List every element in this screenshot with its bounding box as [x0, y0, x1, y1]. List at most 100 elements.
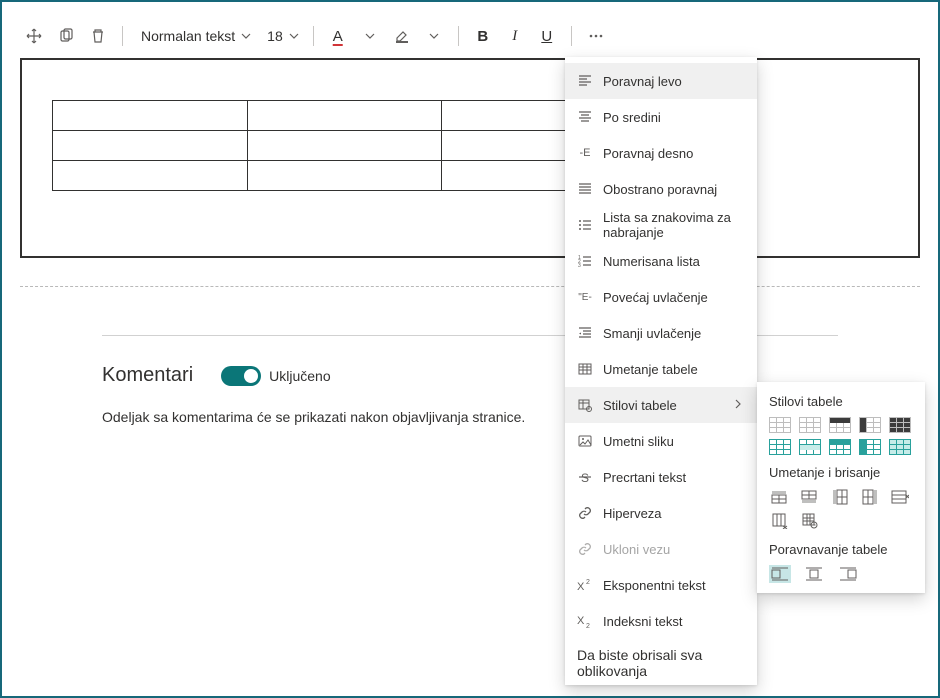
svg-text:X: X [577, 615, 585, 627]
font-size-value: 18 [267, 28, 283, 44]
separator [458, 26, 459, 46]
insert-delete-grid [769, 488, 913, 530]
svg-text:2: 2 [586, 579, 590, 586]
toggle-track [221, 366, 261, 386]
font-color-button[interactable]: A [324, 22, 352, 50]
bold-button[interactable]: B [469, 22, 497, 50]
menu-insert-image[interactable]: Umetni sliku [565, 423, 757, 459]
table-align-left-button[interactable] [769, 565, 791, 583]
separator [122, 26, 123, 46]
strikethrough-icon: S [577, 469, 593, 485]
table-style-column-dark[interactable] [859, 417, 881, 433]
italic-button[interactable]: I [501, 22, 529, 50]
highlight-color-button[interactable] [388, 22, 416, 50]
table-styles-grid [769, 417, 913, 455]
menu-table-styles[interactable]: Stilovi tabele [565, 387, 757, 423]
table-style-teal-column[interactable] [859, 439, 881, 455]
table-row[interactable] [53, 131, 637, 161]
underline-button[interactable]: U [533, 22, 561, 50]
chevron-right-icon [733, 399, 745, 411]
table-style-teal-full[interactable] [889, 439, 911, 455]
chevron-down-icon [241, 31, 251, 41]
table-style-teal-banded[interactable] [799, 439, 821, 455]
chevron-down-icon[interactable] [356, 22, 384, 50]
duplicate-icon[interactable] [52, 22, 80, 50]
table-align-right-button[interactable] [837, 565, 859, 583]
submenu-styles-title: Stilovi tabele [769, 394, 913, 409]
menu-insert-table[interactable]: Umetanje tabele [565, 351, 757, 387]
justify-icon [577, 181, 593, 197]
menu-clear-formatting[interactable]: Da biste obrisali sva oblikovanja [565, 639, 757, 679]
table-style-teal-header[interactable] [829, 439, 851, 455]
trash-icon[interactable] [84, 22, 112, 50]
superscript-icon: X2 [577, 577, 593, 593]
table-styles-submenu: Stilovi tabele Umetanje i brisanje [757, 382, 925, 593]
editor-toolbar: Normalan tekst 18 A B I U [20, 20, 920, 58]
editor-canvas[interactable] [20, 58, 920, 258]
menu-subscript[interactable]: X2 Indeksni tekst [565, 603, 757, 639]
menu-hyperlink[interactable]: Hiperveza [565, 495, 757, 531]
delete-table-button[interactable] [799, 512, 821, 530]
table-styles-icon [577, 397, 593, 413]
insert-col-left-button[interactable] [829, 488, 851, 506]
menu-align-left[interactable]: Poravnaj levo [565, 63, 757, 99]
bullet-list-icon [577, 217, 593, 233]
svg-text:X: X [577, 581, 585, 592]
text-style-value: Normalan tekst [141, 28, 235, 44]
insert-row-below-button[interactable] [799, 488, 821, 506]
table-align-center-button[interactable] [803, 565, 825, 583]
menu-justify[interactable]: Obostrano poravnaj [565, 171, 757, 207]
delete-row-button[interactable] [889, 488, 911, 506]
section-divider [20, 286, 920, 287]
font-size-dropdown[interactable]: 18 [259, 22, 303, 50]
indent-decrease-icon [577, 325, 593, 341]
svg-text:3: 3 [578, 263, 581, 268]
menu-remove-link[interactable]: Ukloni vezu [565, 531, 757, 567]
editor-table[interactable] [52, 100, 637, 191]
table-style-subtle[interactable] [799, 417, 821, 433]
chevron-down-icon [289, 31, 299, 41]
move-icon[interactable] [20, 22, 48, 50]
comments-title: Komentari [102, 364, 193, 387]
menu-align-center[interactable]: Po sredini [565, 99, 757, 135]
svg-text:2: 2 [586, 623, 590, 628]
menu-bullet-list[interactable]: Lista sa znakovima za nabrajanje [565, 207, 757, 243]
delete-col-button[interactable] [769, 512, 791, 530]
table-align-grid [769, 565, 913, 583]
separator [313, 26, 314, 46]
chevron-down-icon[interactable] [420, 22, 448, 50]
table-style-plain[interactable] [769, 417, 791, 433]
menu-strikethrough[interactable]: S Precrtani tekst [565, 459, 757, 495]
menu-align-right[interactable]: -E Poravnaj desno [565, 135, 757, 171]
table-icon [577, 361, 593, 377]
numbered-list-icon: 123 [577, 253, 593, 269]
text-webpart: Normalan tekst 18 A B I U [20, 20, 920, 258]
table-row[interactable] [53, 101, 637, 131]
text-style-dropdown[interactable]: Normalan tekst [133, 22, 255, 50]
comments-toggle[interactable]: Uključeno [221, 366, 330, 386]
table-style-teal-plain[interactable] [769, 439, 791, 455]
submenu-align-title: Poravnavanje tabele [769, 542, 913, 557]
more-dropdown-menu: Poravnaj levo Po sredini -E Poravnaj des… [565, 57, 757, 685]
more-button[interactable] [582, 22, 610, 50]
separator [571, 26, 572, 46]
table-style-dark[interactable] [889, 417, 911, 433]
table-row[interactable] [53, 161, 637, 191]
toggle-label: Uključeno [269, 368, 330, 384]
link-icon [577, 505, 593, 521]
unlink-icon [577, 541, 593, 557]
align-left-icon [577, 73, 593, 89]
align-right-icon: -E [577, 145, 593, 161]
menu-indent-increase[interactable]: "E- Povećaj uvlačenje [565, 279, 757, 315]
image-icon [577, 433, 593, 449]
align-center-icon [577, 109, 593, 125]
indent-increase-icon: "E- [577, 289, 593, 305]
insert-row-above-button[interactable] [769, 488, 791, 506]
submenu-insert-title: Umetanje i brisanje [769, 465, 913, 480]
menu-indent-decrease[interactable]: Smanji uvlačenje [565, 315, 757, 351]
subscript-icon: X2 [577, 613, 593, 629]
table-style-header-dark[interactable] [829, 417, 851, 433]
menu-numbered-list[interactable]: 123 Numerisana lista [565, 243, 757, 279]
insert-col-right-button[interactable] [859, 488, 881, 506]
menu-superscript[interactable]: X2 Eksponentni tekst [565, 567, 757, 603]
